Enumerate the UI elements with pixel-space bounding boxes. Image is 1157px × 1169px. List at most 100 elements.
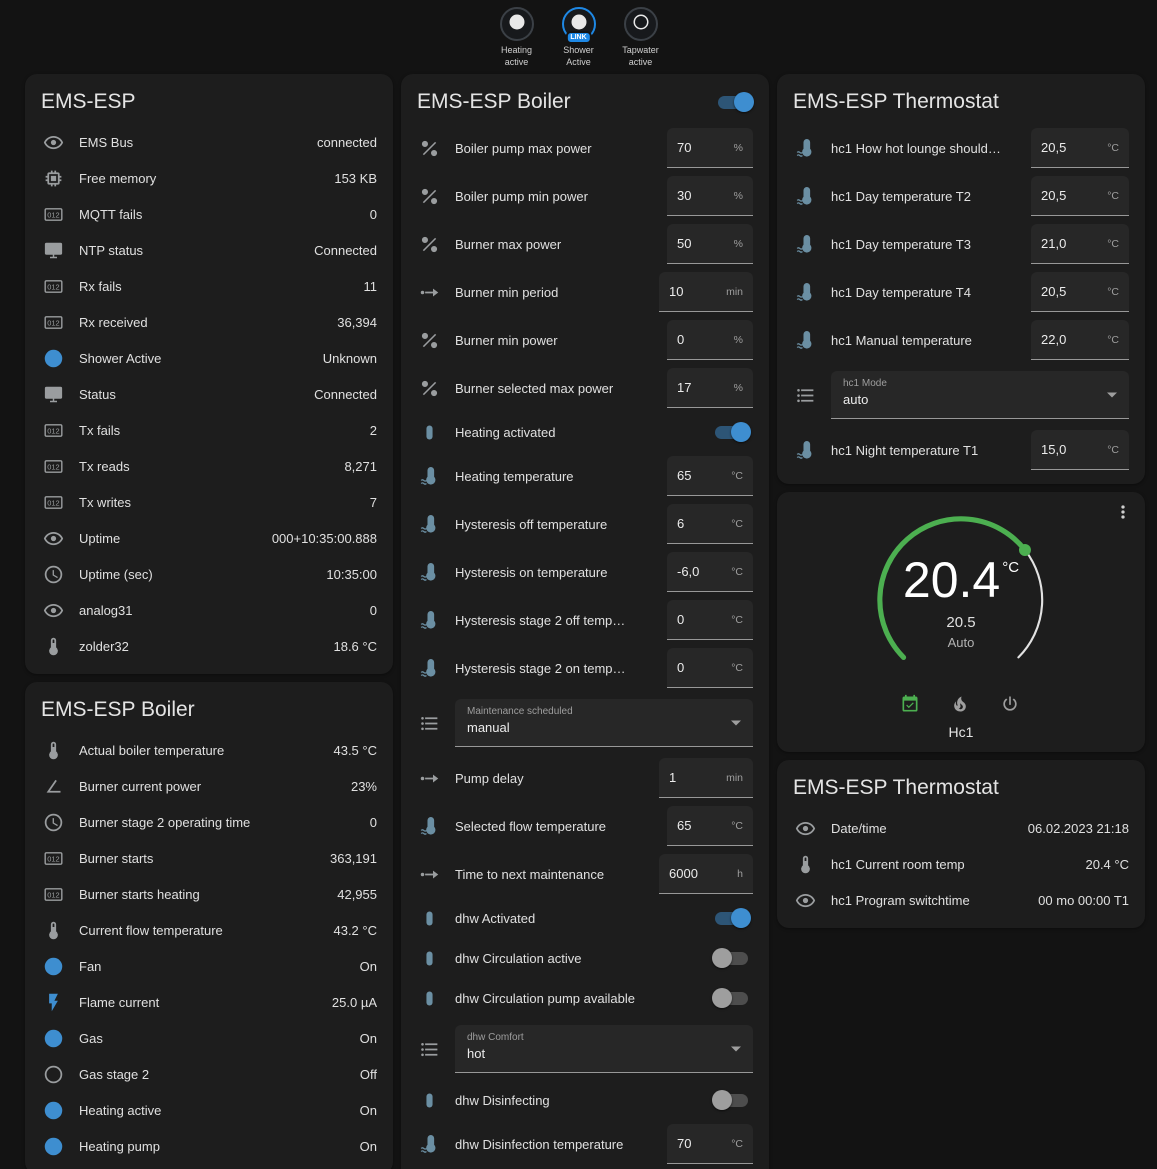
number-input[interactable]: 20,5°C: [1031, 272, 1129, 312]
entity-row[interactable]: hc1 Program switchtime00 mo 00:00 T1: [793, 882, 1129, 918]
entity-row[interactable]: Flame current25.0 µA: [41, 984, 377, 1020]
select-input[interactable]: hc1 Modeauto: [831, 371, 1129, 419]
entity-row[interactable]: 012MQTT fails0: [41, 196, 377, 232]
number-input[interactable]: 30%: [667, 176, 753, 216]
entity-row[interactable]: hc1 Manual temperature22,0°C: [793, 316, 1129, 364]
entity-row[interactable]: Burner stage 2 operating time0: [41, 804, 377, 840]
entity-row[interactable]: Date/time06.02.2023 21:18: [793, 810, 1129, 846]
entity-row[interactable]: Actual boiler temperature43.5 °C: [41, 732, 377, 768]
number-input[interactable]: 0%: [667, 320, 753, 360]
thermostat-dial[interactable]: 20.4°C 20.5 Auto: [865, 506, 1057, 694]
toggle-switch[interactable]: [715, 1094, 748, 1107]
more-options-icon[interactable]: [1113, 502, 1137, 526]
entity-row[interactable]: GasOn: [41, 1020, 377, 1056]
entity-row[interactable]: dhw Circulation pump available: [417, 978, 753, 1018]
entity-row[interactable]: StatusConnected: [41, 376, 377, 412]
number-unit: °C: [731, 662, 743, 674]
number-input[interactable]: 1min: [659, 758, 753, 798]
number-input[interactable]: 10min: [659, 272, 753, 312]
check-circle-icon: [41, 954, 65, 978]
entity-row[interactable]: 012Burner starts363,191: [41, 840, 377, 876]
entity-row[interactable]: Hysteresis stage 2 on temp…0°C: [417, 644, 753, 692]
number-input[interactable]: 15,0°C: [1031, 430, 1129, 470]
entity-row[interactable]: Heating pumpOn: [41, 1128, 377, 1164]
entity-row[interactable]: dhw Circulation active: [417, 938, 753, 978]
fire-icon[interactable]: [950, 694, 972, 716]
select-input[interactable]: Maintenance scheduledmanual: [455, 699, 753, 747]
entity-row[interactable]: Free memory153 KB: [41, 160, 377, 196]
entity-row[interactable]: Hysteresis stage 2 off temp…0°C: [417, 596, 753, 644]
calendar-check-icon[interactable]: [900, 694, 922, 716]
entity-row[interactable]: hc1 Current room temp20.4 °C: [793, 846, 1129, 882]
entity-row[interactable]: Heating activeOn: [41, 1092, 377, 1128]
entity-row[interactable]: dhw Comforthot: [417, 1018, 753, 1080]
power-icon[interactable]: [1000, 694, 1022, 716]
entity-row[interactable]: hc1 Modeauto: [793, 364, 1129, 426]
entity-row[interactable]: dhw Disinfecting: [417, 1080, 753, 1120]
entity-row[interactable]: Heating temperature65°C: [417, 452, 753, 500]
entity-row[interactable]: zolder3218.6 °C: [41, 628, 377, 664]
number-input[interactable]: 20,5°C: [1031, 176, 1129, 216]
number-input[interactable]: -6,0°C: [667, 552, 753, 592]
badge-shower-active[interactable]: LINK ShowerActive: [550, 7, 608, 68]
entity-row[interactable]: dhw Activated: [417, 898, 753, 938]
number-input[interactable]: 21,0°C: [1031, 224, 1129, 264]
badge-heating-active[interactable]: Heatingactive: [488, 7, 546, 68]
toggle-switch[interactable]: [715, 912, 748, 925]
entity-row[interactable]: Pump delay1min: [417, 754, 753, 802]
entity-row[interactable]: Shower ActiveUnknown: [41, 340, 377, 376]
number-input[interactable]: 50%: [667, 224, 753, 264]
number-input[interactable]: 65°C: [667, 806, 753, 846]
entity-row[interactable]: 012Burner starts heating42,955: [41, 876, 377, 912]
number-input[interactable]: 70°C: [667, 1124, 753, 1164]
entity-row[interactable]: NTP statusConnected: [41, 232, 377, 268]
entity-row[interactable]: Hysteresis off temperature6°C: [417, 500, 753, 548]
entity-row[interactable]: 012Rx fails11: [41, 268, 377, 304]
number-input[interactable]: 70%: [667, 128, 753, 168]
entity-row[interactable]: Boiler pump min power30%: [417, 172, 753, 220]
toggle-switch[interactable]: [715, 992, 748, 1005]
toggle-switch[interactable]: [715, 952, 748, 965]
entity-row[interactable]: hc1 How hot lounge should…20,5°C: [793, 124, 1129, 172]
number-input[interactable]: 6°C: [667, 504, 753, 544]
entity-row[interactable]: Burner min power0%: [417, 316, 753, 364]
entity-row[interactable]: Boiler pump max power70%: [417, 124, 753, 172]
toggle-switch[interactable]: [715, 426, 748, 439]
card-toggle-switch[interactable]: [718, 96, 751, 109]
entity-row[interactable]: Current flow temperature43.2 °C: [41, 912, 377, 948]
entity-row[interactable]: Gas stage 2Off: [41, 1056, 377, 1092]
entity-row[interactable]: Hysteresis on temperature-6,0°C: [417, 548, 753, 596]
entity-row[interactable]: FanOn: [41, 948, 377, 984]
select-input[interactable]: dhw Comforthot: [455, 1025, 753, 1073]
entity-row[interactable]: Maintenance scheduledmanual: [417, 692, 753, 754]
number-input[interactable]: 17%: [667, 368, 753, 408]
number-input[interactable]: 65°C: [667, 456, 753, 496]
number-input[interactable]: 0°C: [667, 648, 753, 688]
entity-row[interactable]: 012Tx reads8,271: [41, 448, 377, 484]
number-input[interactable]: 20,5°C: [1031, 128, 1129, 168]
entity-row[interactable]: Burner current power23%: [41, 768, 377, 804]
entity-row[interactable]: Time to next maintenance6000h: [417, 850, 753, 898]
entity-row[interactable]: dhw Disinfection temperature70°C: [417, 1120, 753, 1168]
number-input[interactable]: 6000h: [659, 854, 753, 894]
entity-row[interactable]: hc1 Day temperature T321,0°C: [793, 220, 1129, 268]
entity-row[interactable]: Burner min period10min: [417, 268, 753, 316]
entity-row[interactable]: 012Tx fails2: [41, 412, 377, 448]
entity-row[interactable]: Burner selected max power17%: [417, 364, 753, 412]
entity-row[interactable]: Selected flow temperature65°C: [417, 802, 753, 850]
entity-row[interactable]: 012Rx received36,394: [41, 304, 377, 340]
entity-row[interactable]: EMS Busconnected: [41, 124, 377, 160]
entity-row[interactable]: hc1 Night temperature T115,0°C: [793, 426, 1129, 474]
number-input[interactable]: 0°C: [667, 600, 753, 640]
entity-row[interactable]: hc1 Day temperature T420,5°C: [793, 268, 1129, 316]
entity-row[interactable]: 012Tx writes7: [41, 484, 377, 520]
badge-tapwater-active[interactable]: Tapwateractive: [612, 7, 670, 68]
entity-row[interactable]: Uptime000+10:35:00.888: [41, 520, 377, 556]
toggle-knob: [731, 908, 751, 928]
entity-row[interactable]: Burner max power50%: [417, 220, 753, 268]
entity-row[interactable]: Uptime (sec)10:35:00: [41, 556, 377, 592]
entity-row[interactable]: hc1 Day temperature T220,5°C: [793, 172, 1129, 220]
entity-row[interactable]: analog310: [41, 592, 377, 628]
entity-row[interactable]: Heating activated: [417, 412, 753, 452]
number-input[interactable]: 22,0°C: [1031, 320, 1129, 360]
